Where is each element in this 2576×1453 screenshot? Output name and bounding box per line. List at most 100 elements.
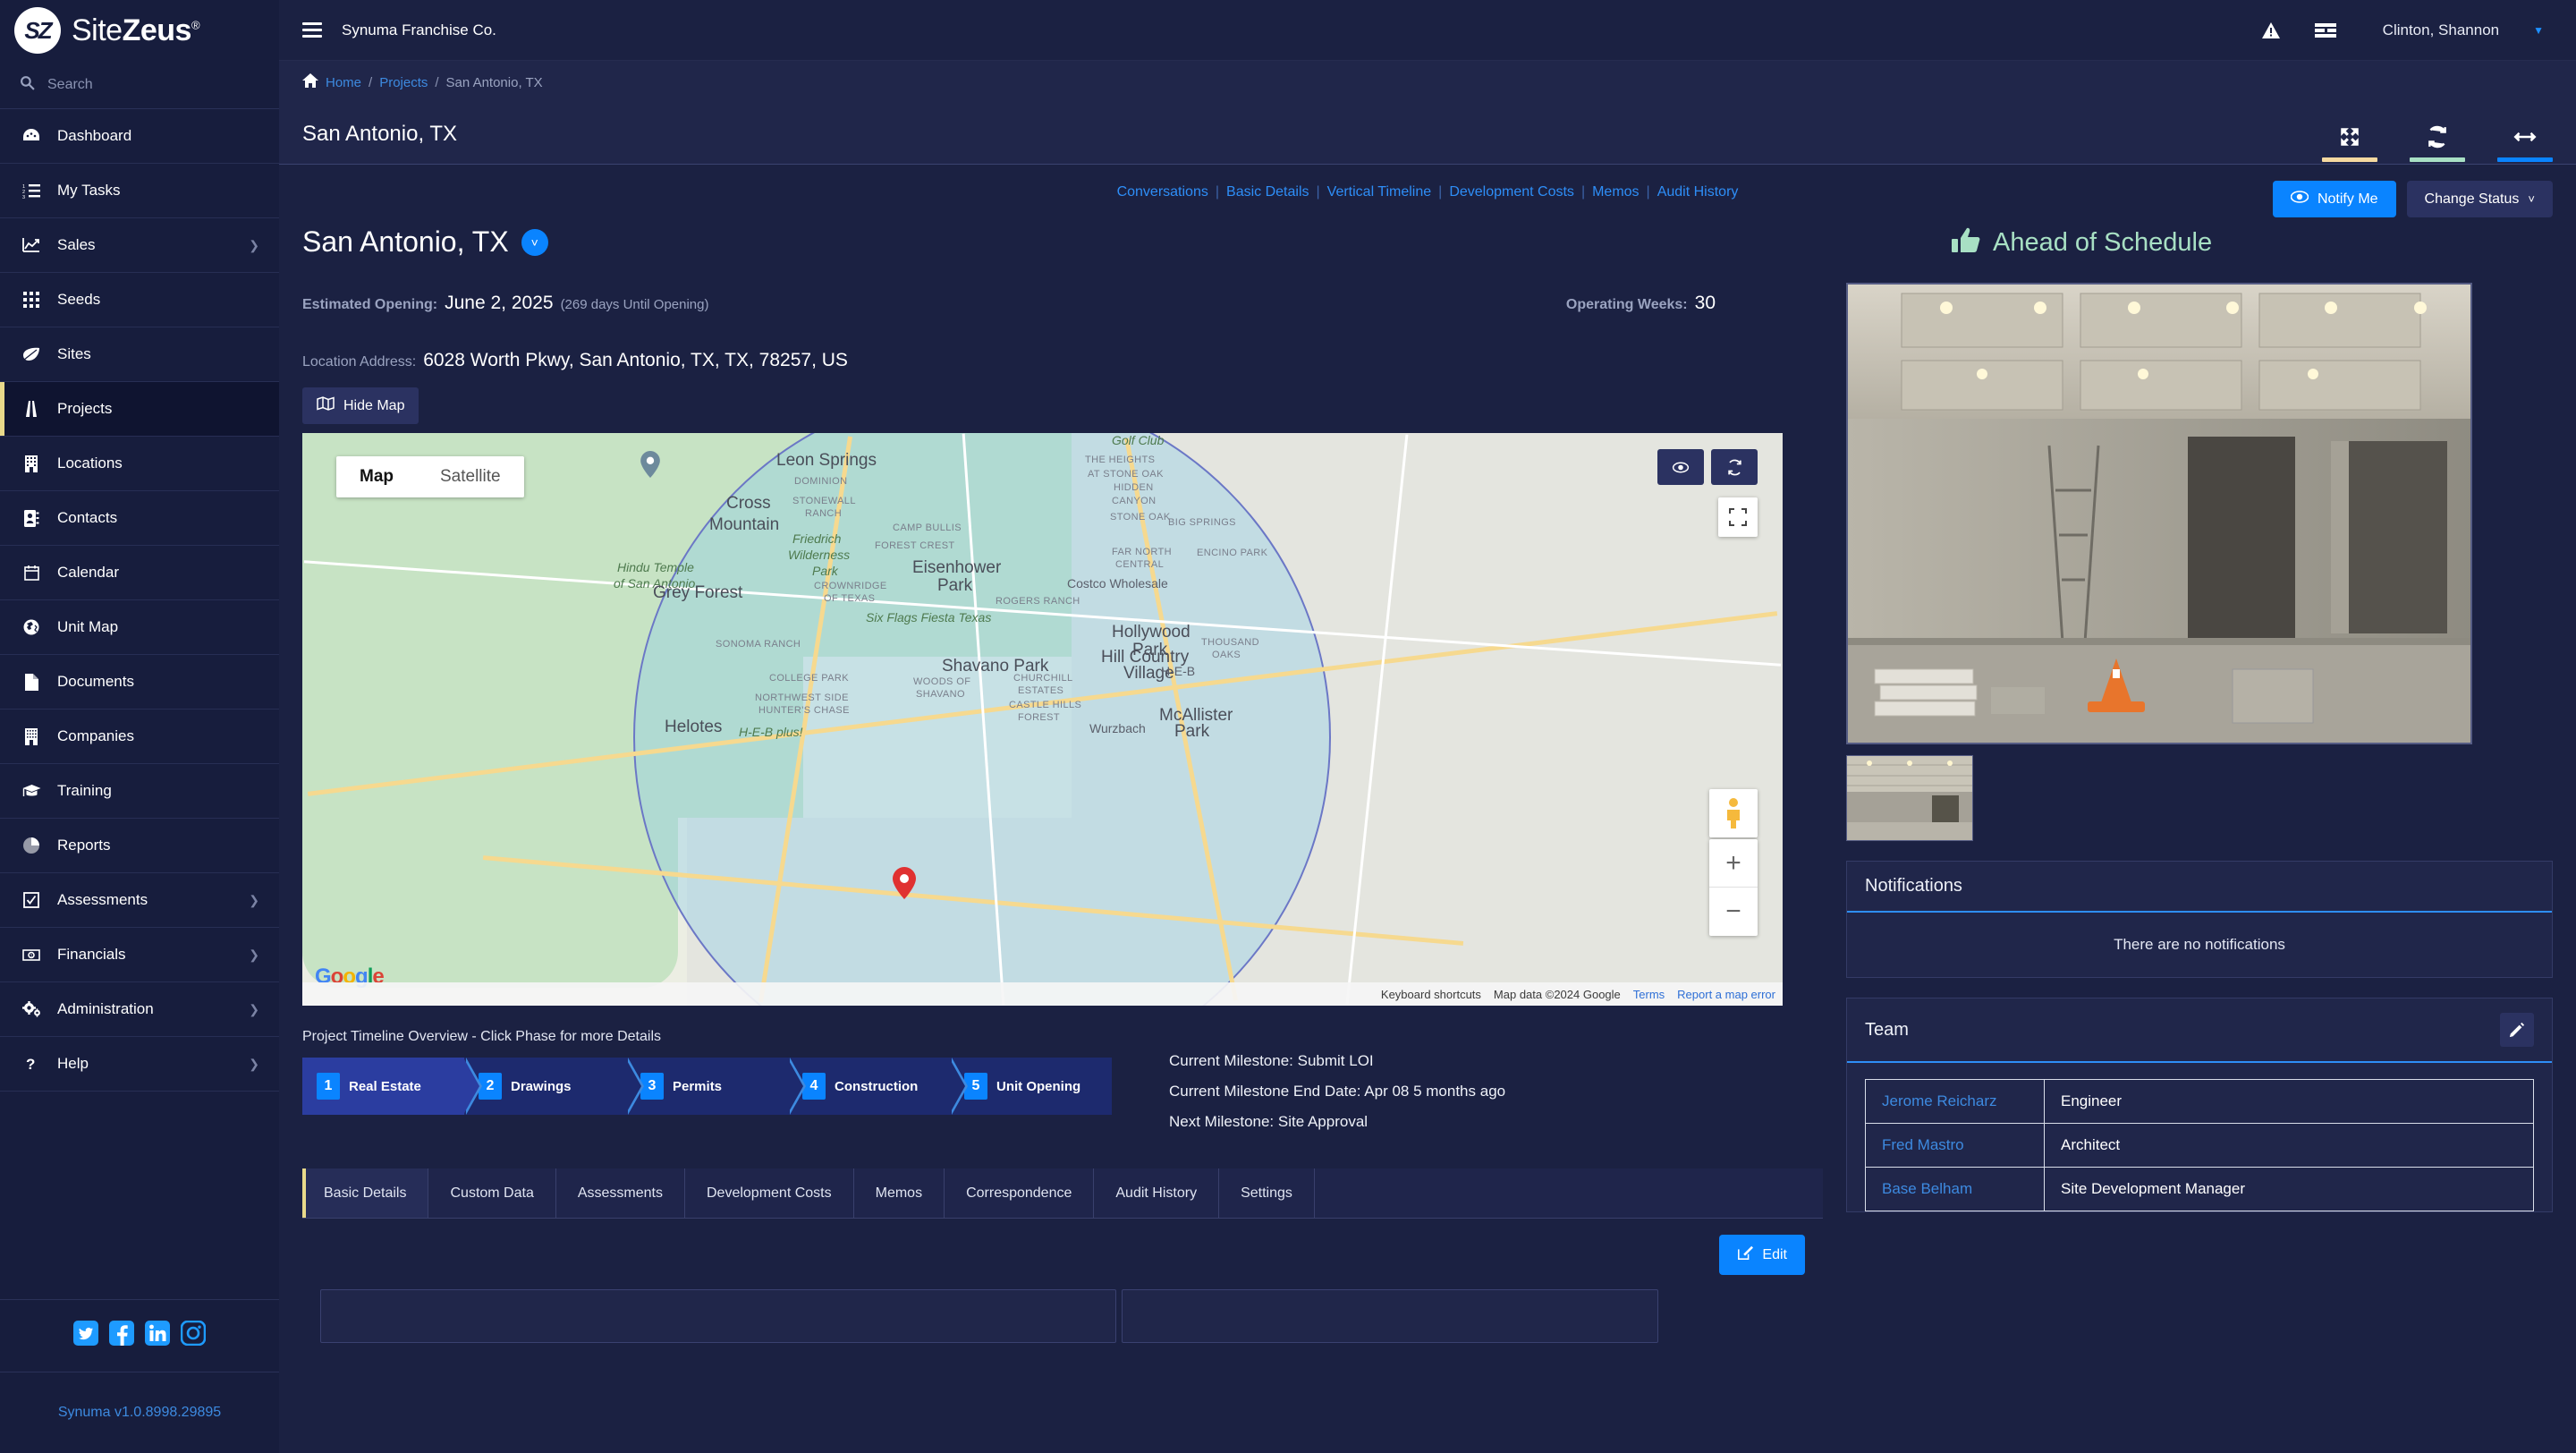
tab-development-costs[interactable]: Development Costs [685, 1168, 854, 1218]
map-label: Costco Wholesale [1067, 576, 1168, 591]
anchor-link-development-costs[interactable]: Development Costs [1442, 184, 1581, 200]
brand-logo-area[interactable]: SZ SiteZeus® [0, 0, 279, 61]
list-icon[interactable] [2314, 21, 2336, 39]
linkedin-icon[interactable] [144, 1320, 171, 1347]
sidebar-item-projects[interactable]: Projects [0, 382, 279, 437]
anchor-link-conversations[interactable]: Conversations [1110, 184, 1216, 200]
map-terms-link[interactable]: Terms [1633, 988, 1665, 1001]
project-hero-photo[interactable] [1846, 283, 2472, 744]
tab-correspondence[interactable]: Correspondence [945, 1168, 1095, 1218]
breadcrumb-home[interactable]: Home [326, 75, 361, 90]
home-icon[interactable] [302, 73, 318, 91]
tab-basic-details[interactable]: Basic Details [302, 1168, 429, 1218]
sidebar-item-assessments[interactable]: Assessments ❯ [0, 873, 279, 928]
sidebar-item-unit-map[interactable]: Unit Map [0, 600, 279, 655]
sidebar-item-calendar[interactable]: Calendar [0, 546, 279, 600]
breadcrumb-projects[interactable]: Projects [379, 75, 428, 90]
sidebar-item-sales[interactable]: Sales ❯ [0, 218, 279, 273]
anchor-link-basic-details[interactable]: Basic Details [1219, 184, 1316, 200]
sidebar-search[interactable] [0, 61, 279, 109]
sidebar-item-dashboard[interactable]: Dashboard [0, 109, 279, 164]
timeline-phase-construction[interactable]: 4 Construction [788, 1058, 968, 1115]
map-type-satellite[interactable]: Satellite [417, 456, 524, 497]
tab-custom-data[interactable]: Custom Data [428, 1168, 556, 1218]
map-label: STONE OAK [1110, 512, 1171, 523]
sidebar-item-seeds[interactable]: Seeds [0, 273, 279, 327]
notifications-title: Notifications [1865, 876, 1962, 896]
resize-horizontal-icon[interactable] [2497, 125, 2553, 162]
sidebar-item-my-tasks[interactable]: 1 2 3 My Tasks [0, 164, 279, 218]
team-member-link[interactable]: Jerome Reicharz [1882, 1092, 1997, 1109]
map-zoom-controls[interactable]: + − [1709, 839, 1758, 936]
instagram-icon[interactable] [180, 1320, 207, 1347]
tab-audit-history[interactable]: Audit History [1094, 1168, 1220, 1218]
map-type-toggle[interactable]: Map Satellite [336, 456, 524, 497]
sidebar-item-sites[interactable]: Sites [0, 327, 279, 382]
refresh-icon[interactable] [2410, 125, 2465, 162]
project-photo-thumbnail[interactable] [1846, 755, 1973, 841]
street-view-pegman-icon[interactable] [1709, 789, 1758, 837]
map-zoom-in-button[interactable]: + [1709, 839, 1758, 888]
user-menu-chevron-down-icon[interactable]: ▼ [2533, 24, 2544, 37]
sidebar-item-training[interactable]: Training [0, 764, 279, 819]
panel-field-box-1[interactable] [320, 1289, 1116, 1343]
milestone-line: Next Milestone: Site Approval [1169, 1113, 1368, 1130]
address-row: Location Address: 6028 Worth Pkwy, San A… [302, 350, 1823, 371]
team-edit-pencil-icon[interactable] [2500, 1013, 2534, 1047]
timeline-phase-unit-opening[interactable]: 5 Unit Opening [950, 1058, 1112, 1115]
map-label: Mountain [709, 515, 780, 534]
anchor-link-memos[interactable]: Memos [1585, 184, 1646, 200]
map-refresh-icon[interactable] [1711, 449, 1758, 485]
tab-memos[interactable]: Memos [854, 1168, 945, 1218]
sidebar-item-administration[interactable]: Administration ❯ [0, 982, 279, 1037]
map-visibility-eye-icon[interactable] [1657, 449, 1704, 485]
map-keyboard-shortcuts[interactable]: Keyboard shortcuts [1381, 988, 1481, 1001]
map-data-credit: Map data ©2024 Google [1493, 987, 1621, 1001]
facebook-icon[interactable] [108, 1320, 135, 1347]
map-label: THE HEIGHTS [1085, 455, 1156, 465]
sidebar-item-financials[interactable]: 1 Financials ❯ [0, 928, 279, 982]
tab-assessments[interactable]: Assessments [556, 1168, 685, 1218]
warning-icon[interactable] [2261, 21, 2281, 39]
tab-settings[interactable]: Settings [1219, 1168, 1315, 1218]
google-map[interactable]: Leon Springs Golf Club DOMINION THE HEIGHTS… [302, 433, 1783, 1006]
expand-icon[interactable] [2322, 125, 2377, 162]
map-type-map[interactable]: Map [336, 456, 417, 497]
user-name[interactable]: Clinton, Shannon [2383, 21, 2499, 39]
map-label: Six Flags Fiesta Texas [866, 610, 992, 625]
panel-field-box-2[interactable] [1122, 1289, 1658, 1343]
sidebar-item-documents[interactable]: Documents [0, 655, 279, 710]
search-icon [20, 75, 35, 94]
map-report-error-link[interactable]: Report a map error [1677, 988, 1775, 1001]
anchor-link-audit-history[interactable]: Audit History [1650, 184, 1746, 200]
map-fullscreen-icon[interactable] [1718, 497, 1758, 537]
project-expand-chevron-down-icon[interactable]: ˅ [521, 228, 548, 256]
hamburger-menu-icon[interactable] [302, 22, 322, 38]
change-status-button[interactable]: Change Status ˅ [2406, 181, 2553, 217]
sidebar-item-reports[interactable]: Reports [0, 819, 279, 873]
timeline-phase-drawings[interactable]: 2 Drawings [464, 1058, 644, 1115]
team-member-name-cell: Jerome Reicharz [1865, 1079, 2045, 1124]
edit-button[interactable]: Edit [1719, 1235, 1805, 1275]
team-member-link[interactable]: Base Belham [1882, 1180, 1972, 1197]
chevron-down-icon: ˅ [2528, 192, 2535, 206]
sidebar-item-companies[interactable]: Companies [0, 710, 279, 764]
map-zoom-out-button[interactable]: − [1709, 888, 1758, 936]
sidebar-item-help[interactable]: ? Help ❯ [0, 1037, 279, 1092]
timeline-phase-real-estate[interactable]: 1 Real Estate [302, 1058, 482, 1115]
map-project-pin-icon[interactable] [893, 867, 916, 899]
map-label: CHURCHILL [1013, 673, 1073, 684]
phase-label: Construction [835, 1078, 919, 1094]
team-member-link[interactable]: Fred Mastro [1882, 1136, 1964, 1153]
sidebar-item-locations[interactable]: Locations [0, 437, 279, 491]
map-label: SHAVANO [916, 689, 965, 700]
twitter-icon[interactable] [72, 1320, 99, 1347]
hide-map-button[interactable]: Hide Map [302, 387, 419, 424]
anchor-links: Conversations | Basic Details | Vertical Tim… [1110, 184, 1746, 200]
sidebar-item-contacts[interactable]: Contacts [0, 491, 279, 546]
anchor-link-vertical-timeline[interactable]: Vertical Timeline [1320, 184, 1439, 200]
search-input[interactable] [47, 76, 217, 93]
notify-me-button[interactable]: Notify Me [2272, 181, 2396, 217]
team-member-role-cell: Site Development Manager [2044, 1167, 2534, 1211]
timeline-phase-permits[interactable]: 3 Permits [626, 1058, 806, 1115]
